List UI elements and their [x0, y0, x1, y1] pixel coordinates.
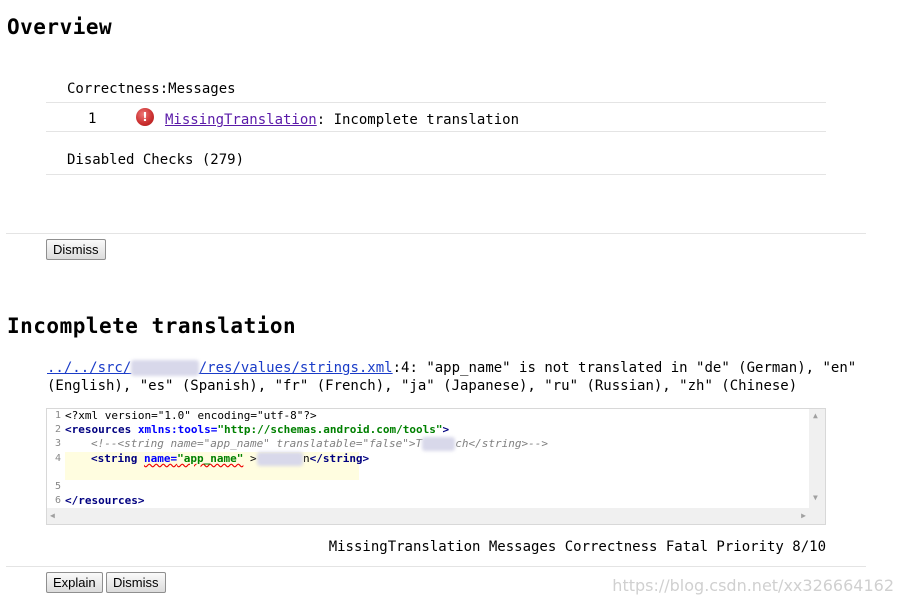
location-text: :4: "app_name" is not translated in "de"… — [392, 360, 857, 376]
disabled-checks: Disabled Checks (279) — [67, 152, 245, 168]
explain-button[interactable]: Explain — [46, 572, 103, 593]
divider — [46, 131, 826, 132]
issue-meta: MissingTranslation Messages Correctness … — [328, 539, 826, 555]
code-snippet[interactable]: 1 <?xml version="1.0" encoding="utf-8"?>… — [46, 408, 826, 525]
scroll-up-icon[interactable]: ▲ — [813, 411, 818, 420]
location-line-2: (English), "es" (Spanish), "fr" (French)… — [47, 378, 798, 394]
section-divider — [6, 233, 866, 234]
vertical-scrollbar[interactable]: ▲ ▼ — [809, 409, 825, 524]
overview-title: Overview — [7, 15, 113, 39]
detail-title: Incomplete translation — [7, 314, 297, 338]
dismiss-button[interactable]: Dismiss — [106, 572, 166, 593]
category-label: Correctness:Messages — [67, 81, 236, 97]
dismiss-button[interactable]: Dismiss — [46, 239, 106, 260]
section-divider — [6, 566, 866, 567]
horizontal-scrollbar[interactable]: ◀ ▶ — [47, 508, 809, 524]
scroll-right-icon[interactable]: ▶ — [801, 511, 806, 520]
missing-translation-link[interactable]: MissingTranslation — [165, 112, 317, 128]
location-line: ../../src/xxxxxxxx/res/values/strings.xm… — [47, 360, 856, 376]
divider — [46, 174, 826, 175]
watermark: https://blog.csdn.net/xx326664162 — [612, 576, 894, 595]
scroll-left-icon[interactable]: ◀ — [50, 511, 55, 520]
scroll-down-icon[interactable]: ▼ — [813, 493, 818, 502]
issue-text: : Incomplete translation — [316, 112, 520, 128]
issue-row: MissingTranslation: Incomplete translati… — [165, 112, 519, 128]
error-icon: ! — [136, 108, 154, 126]
issue-count: 1 — [88, 111, 97, 127]
file-path-link[interactable]: ../../src/xxxxxxxx/res/values/strings.xm… — [47, 360, 393, 376]
divider — [46, 102, 826, 103]
